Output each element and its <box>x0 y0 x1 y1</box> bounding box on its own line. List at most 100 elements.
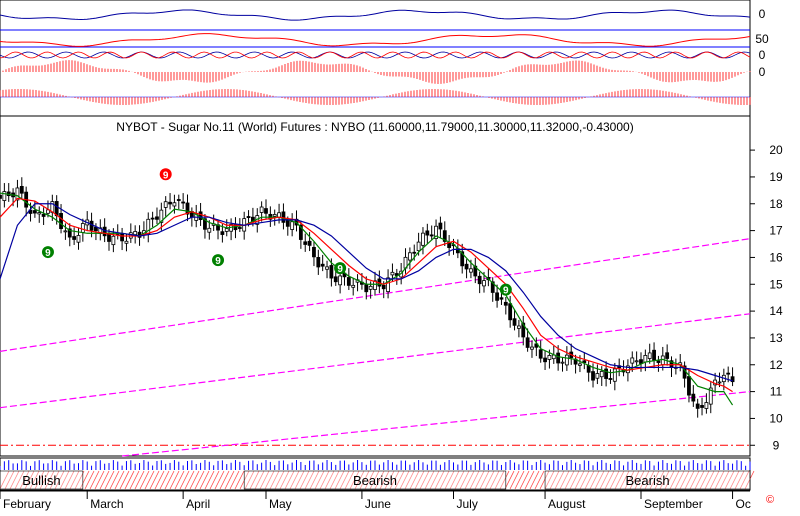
price-candle <box>307 240 312 246</box>
price-candle <box>543 357 547 363</box>
price-candle <box>76 235 81 243</box>
copyright-icon: © <box>766 494 774 506</box>
signal-markers: 9 9 9 9 9 <box>41 168 512 297</box>
price-candle <box>237 227 242 229</box>
signal-marker-label: 9 <box>215 256 221 267</box>
y-tick-label: 9 <box>773 438 780 452</box>
price-candle <box>54 201 59 217</box>
price-bars <box>0 177 735 418</box>
price-axis: 9 10 11 12 13 14 15 16 17 18 19 20 <box>750 143 783 452</box>
price-candle <box>547 355 552 360</box>
price-candle <box>303 241 308 245</box>
x-tick-label: Oc <box>736 497 751 511</box>
price-candle <box>604 368 609 379</box>
sentiment-bar: Bullish Bearish Bearish <box>0 457 755 491</box>
price-candle <box>407 252 412 261</box>
price-candle <box>150 217 155 220</box>
price-candle <box>578 363 582 366</box>
price-candle <box>290 221 295 230</box>
signal-marker-label: 9 <box>337 264 343 275</box>
price-candle <box>560 361 565 364</box>
price-candle <box>368 285 373 290</box>
price-candle <box>172 202 177 207</box>
price-candle <box>72 236 77 240</box>
y-tick-label: 20 <box>769 143 783 157</box>
price-candle <box>207 227 212 233</box>
price-candle <box>381 284 386 290</box>
price-candle <box>538 349 543 359</box>
price-candle <box>726 372 731 375</box>
price-candle <box>351 284 356 288</box>
price-candle <box>259 206 264 213</box>
price-candle <box>608 378 613 380</box>
x-tick-label: September <box>644 497 703 511</box>
x-tick-label: April <box>186 497 210 511</box>
price-candle <box>429 234 434 237</box>
price-candle <box>412 251 417 254</box>
price-candle <box>124 240 129 244</box>
indicator-axis-label: 50 <box>755 32 769 46</box>
price-candle <box>612 368 617 382</box>
indicator-axis: 0 50 0 0 <box>755 7 769 79</box>
price-candle <box>168 201 172 205</box>
price-candle <box>643 355 648 363</box>
y-tick-label: 17 <box>769 224 783 238</box>
y-tick-label: 15 <box>769 277 783 291</box>
indicator-axis-label: 0 <box>759 65 766 79</box>
price-candle <box>665 352 670 359</box>
price-candle <box>639 359 643 364</box>
price-candle <box>416 241 421 252</box>
price-candle <box>687 376 691 396</box>
price-candle <box>503 301 508 306</box>
y-tick-label: 11 <box>770 385 783 399</box>
price-candle <box>499 297 504 300</box>
signal-marker: 9 <box>41 246 54 259</box>
x-tick-label: July <box>456 497 477 511</box>
price-candle <box>630 357 635 364</box>
y-tick-label: 12 <box>769 358 783 372</box>
price-candle <box>595 373 600 379</box>
price-candle <box>320 263 325 267</box>
price-candle <box>316 257 321 268</box>
price-candle <box>464 263 469 270</box>
price-candle <box>19 186 24 194</box>
price-candle <box>246 216 251 218</box>
x-tick-label: February <box>3 497 51 511</box>
price-candle <box>647 352 652 359</box>
trendlines <box>0 238 751 457</box>
sentiment-label: Bearish <box>353 473 397 488</box>
price-candle <box>425 230 430 236</box>
price-candle <box>120 233 124 242</box>
y-tick-label: 13 <box>769 331 783 345</box>
price-candle <box>421 232 425 246</box>
price-candle <box>346 277 351 286</box>
price-candle <box>695 403 700 409</box>
price-candle <box>512 318 517 326</box>
price-candle <box>564 354 569 366</box>
y-tick-label: 19 <box>769 170 783 184</box>
price-candle <box>495 292 499 301</box>
price-candle <box>181 201 186 204</box>
price-candle <box>634 360 639 363</box>
price-candle <box>469 268 473 273</box>
y-tick-label: 18 <box>769 197 783 211</box>
price-candle <box>516 325 521 329</box>
price-candle <box>325 266 329 270</box>
trendline <box>122 391 751 457</box>
price-candle <box>102 226 107 237</box>
y-tick-label: 10 <box>769 411 783 425</box>
price-candle <box>530 346 534 350</box>
price-candle <box>599 370 604 378</box>
price-candle <box>691 393 696 402</box>
price-candle <box>656 360 661 363</box>
price-candle <box>224 228 229 232</box>
y-tick-label: 14 <box>769 304 783 318</box>
signal-marker-label: 9 <box>163 170 169 181</box>
price-candle <box>111 235 116 246</box>
price-candle <box>482 280 486 287</box>
price-candle <box>329 265 334 279</box>
price-candle <box>477 275 482 285</box>
price-candle <box>364 283 369 293</box>
price-candle <box>0 194 2 199</box>
price-candle <box>107 233 111 242</box>
